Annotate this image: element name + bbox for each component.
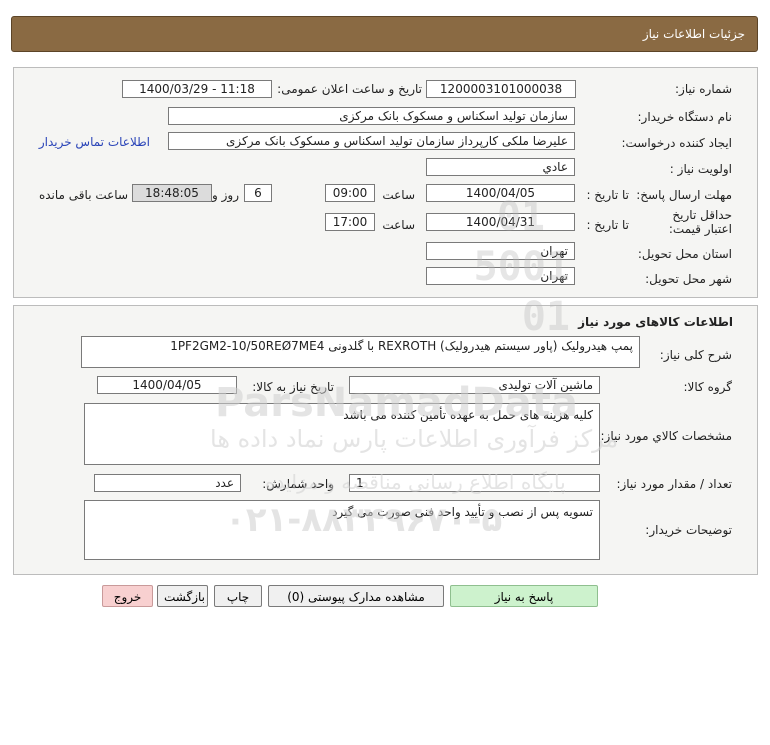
city-label: شهر محل تحویل:	[645, 272, 732, 286]
back-button[interactable]: بازگشت	[157, 585, 208, 607]
spec-label: مشخصات کالاي مورد نیاز:	[600, 429, 732, 443]
buyer-contact-link[interactable]: اطلاعات تماس خریدار	[39, 135, 150, 149]
quantity-field: 1	[349, 474, 600, 492]
reply-button[interactable]: پاسخ به نیاز	[450, 585, 598, 607]
page-header-bar: جزئیات اطلاعات نیاز	[11, 16, 758, 52]
attachments-button[interactable]: مشاهده مدارک پیوستی (0)	[268, 585, 444, 607]
unit-field: عدد	[94, 474, 241, 492]
quantity-label: تعداد / مقدار مورد نیاز:	[616, 477, 732, 491]
reply-time-label: ساعت	[382, 188, 415, 202]
requester-label: ایجاد کننده درخواست:	[621, 136, 732, 150]
goods-section-title: اطلاعات کالاهای مورد نیاز	[578, 315, 733, 329]
province-field: تهران	[426, 242, 575, 260]
province-label: استان محل تحویل:	[637, 247, 732, 261]
need-number-field: 1200003101000038	[426, 80, 576, 98]
buyer-notes-label: توضیحات خریدار:	[645, 523, 732, 537]
price-until-label: تا تاریخ :	[586, 218, 629, 232]
group-label: گروه کالا:	[683, 380, 733, 394]
summary-field: پمپ هیدرولیک (پاور سیستم هیدرولیک) REXRO…	[81, 336, 640, 368]
buyer-org-label: نام دستگاه خریدار:	[637, 110, 733, 124]
priority-label: اولویت نیاز :	[669, 162, 732, 176]
remaining-days-field: 6	[244, 184, 272, 202]
need-info-panel	[13, 67, 758, 298]
reply-deadline-label: مهلت ارسال پاسخ:	[636, 188, 732, 202]
remaining-time-field: 18:48:05	[132, 184, 212, 202]
buyer-org-field: سازمان تولید اسکناس و مسکوک بانک مرکزی	[168, 107, 575, 125]
reply-until-label: تا تاریخ :	[586, 188, 629, 202]
announce-date-field: 1400/03/29 - 11:18	[122, 80, 272, 98]
summary-label: شرح کلی نیاز:	[659, 348, 732, 362]
need-date-field: 1400/04/05	[97, 376, 237, 394]
need-number-label: شماره نیاز:	[675, 82, 732, 96]
reply-time-field: 09:00	[325, 184, 375, 202]
price-time-field: 17:00	[325, 213, 375, 231]
need-date-label: تاریخ نیاز به کالا:	[252, 380, 334, 394]
page-title: جزئیات اطلاعات نیاز	[642, 27, 745, 41]
spec-field: کلیه هزینه های حمل به عهده تأمین کننده م…	[84, 403, 600, 465]
price-date-field: 1400/04/31	[426, 213, 575, 231]
group-field: ماشین آلات تولیدی	[349, 376, 600, 394]
unit-label: واحد شمارش:	[262, 477, 334, 491]
price-time-label: ساعت	[382, 218, 415, 232]
city-field: تهران	[426, 267, 575, 285]
requester-field: علیرضا ملکی کارپرداز سازمان تولید اسکناس…	[168, 132, 575, 150]
remaining-time-label: ساعت باقی مانده	[38, 188, 128, 202]
reply-date-field: 1400/04/05	[426, 184, 575, 202]
print-button[interactable]: چاپ	[214, 585, 262, 607]
announce-date-label: تاریخ و ساعت اعلان عمومی:	[277, 82, 422, 96]
buyer-notes-field: تسویه پس از نصب و تأیید واحد فنی صورت می…	[84, 500, 600, 560]
exit-button[interactable]: خروج	[102, 585, 153, 607]
price-validity-label: حداقل تاریخ اعتبار قیمت:	[668, 208, 732, 236]
priority-field: عادي	[426, 158, 575, 176]
remaining-days-label: روز و	[212, 188, 239, 202]
